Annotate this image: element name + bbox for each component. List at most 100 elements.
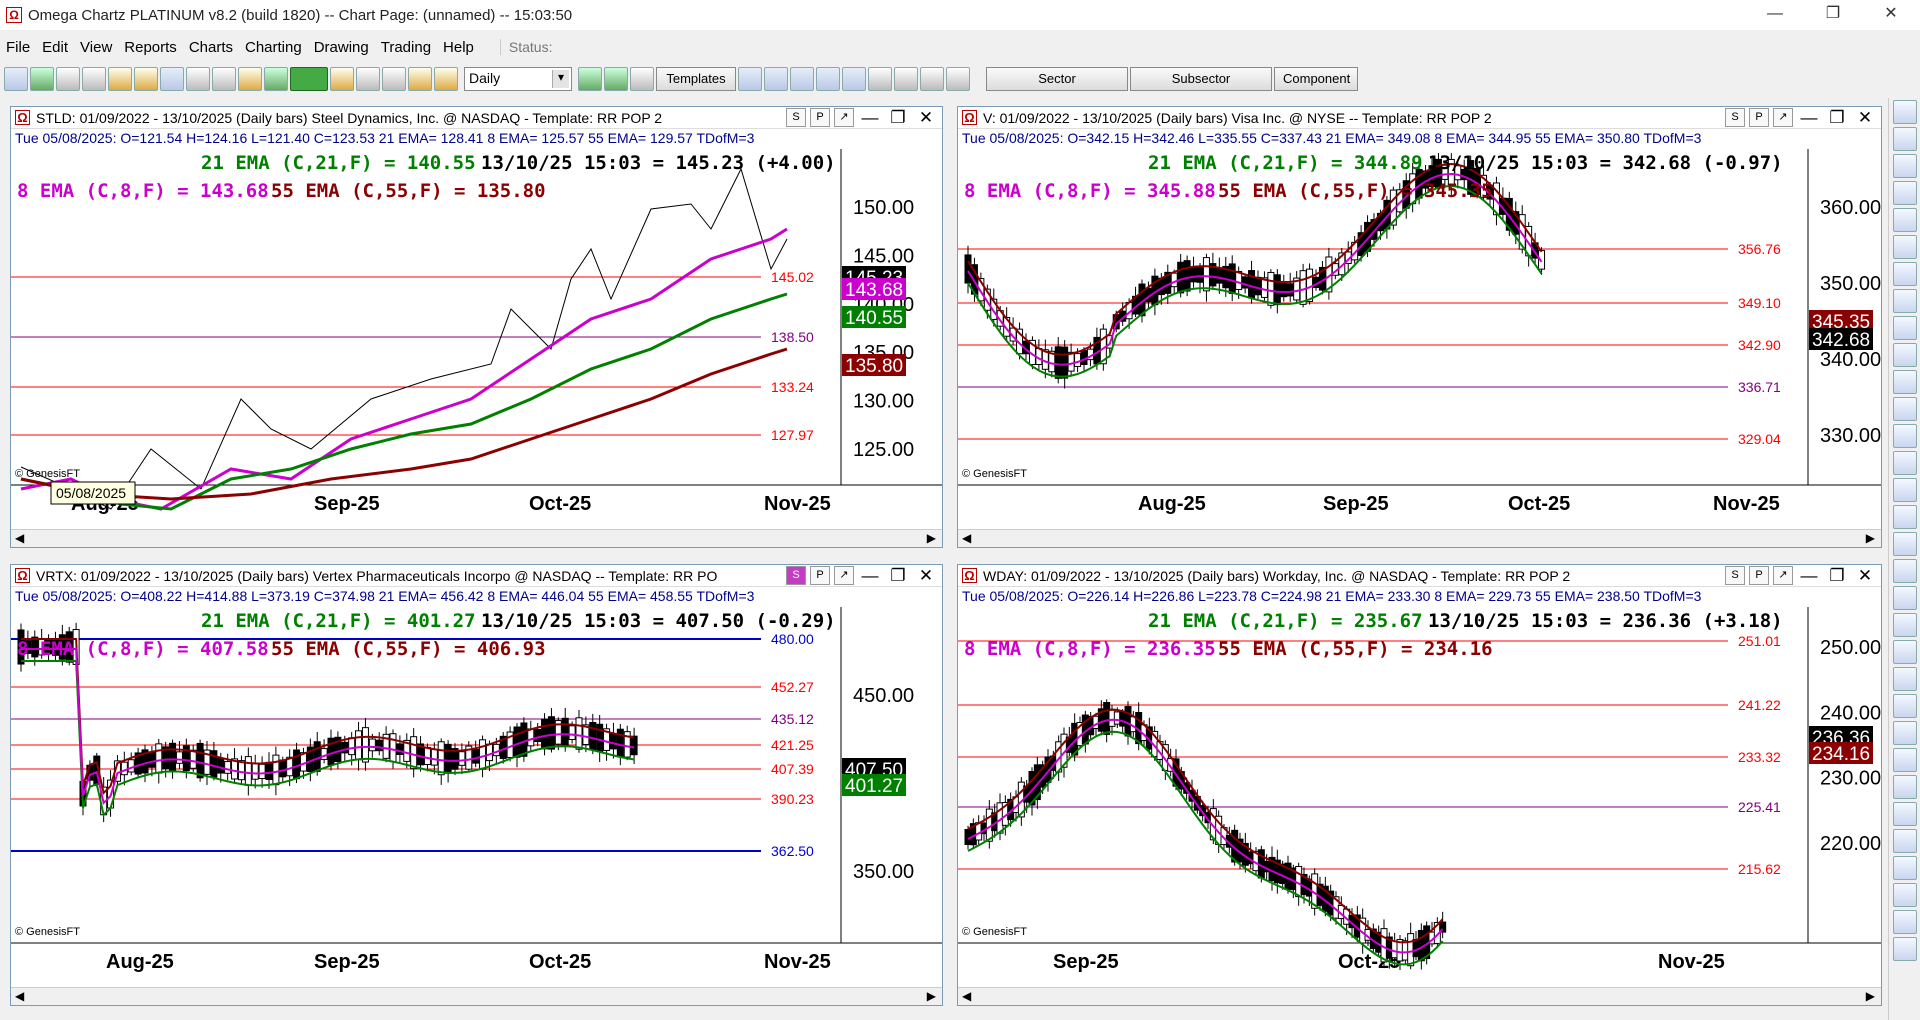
andrews-icon[interactable] (1893, 721, 1917, 745)
pane-maximize-button[interactable]: ❐ (886, 566, 910, 585)
horizontal-scrollbar[interactable]: ◀ ▶ (11, 529, 942, 547)
s-button[interactable]: S (1725, 108, 1745, 127)
tile-horizontal-icon[interactable] (790, 67, 814, 91)
popout-icon[interactable]: ↗ (1773, 108, 1793, 127)
tile-icon[interactable] (764, 67, 788, 91)
zoom-out-icon[interactable] (1893, 154, 1917, 178)
pane-maximize-button[interactable]: ❐ (886, 108, 910, 127)
bar-chart-icon[interactable] (578, 67, 602, 91)
subsector-button[interactable]: Subsector (1130, 67, 1272, 91)
pane-minimize-button[interactable]: — (1797, 108, 1821, 127)
pane-minimize-button[interactable]: — (858, 108, 882, 127)
p-button[interactable]: P (1749, 108, 1769, 127)
menu-edit[interactable]: Edit (36, 39, 74, 56)
horizontal-scrollbar[interactable]: ◀ ▶ (958, 529, 1881, 547)
price-chart[interactable]: 480.00 452.27 435.12 421.25 407.39 390.23 362.… (11, 607, 943, 985)
close-button[interactable]: ✕ (1862, 0, 1920, 30)
pane-maximize-button[interactable]: ❐ (1825, 566, 1849, 585)
flag-icon[interactable] (1893, 559, 1917, 583)
print-icon[interactable] (82, 67, 106, 91)
paint-icon[interactable] (108, 67, 132, 91)
horizontal-scrollbar[interactable]: ◀ ▶ (958, 987, 1881, 1005)
globe-icon[interactable] (382, 67, 406, 91)
menu-drawing[interactable]: Drawing (308, 39, 375, 56)
scroll-right-icon[interactable]: ▶ (927, 531, 936, 545)
pane-minimize-button[interactable]: — (858, 566, 882, 585)
arrow-icon[interactable] (1893, 343, 1917, 367)
gann-icon[interactable] (1893, 640, 1917, 664)
pointer-icon[interactable] (868, 67, 892, 91)
circle-icon[interactable] (1893, 505, 1917, 529)
hline-icon[interactable] (1893, 316, 1917, 340)
vertical-line-icon[interactable] (920, 67, 944, 91)
scroll-left-icon[interactable]: ◀ (15, 989, 24, 1003)
chart-pane-v[interactable]: Ω V: 01/09/2022 - 13/10/2025 (Daily bars)… (957, 106, 1882, 548)
trendline-icon[interactable] (1893, 235, 1917, 259)
menu-reports[interactable]: Reports (118, 39, 183, 56)
minimize-button[interactable]: — (1746, 0, 1804, 30)
chart-pane-wday[interactable]: Ω WDAY: 01/09/2022 - 13/10/2025 (Daily ba… (957, 564, 1882, 1006)
pane-maximize-button[interactable]: ❐ (1825, 108, 1849, 127)
zoom-in-icon[interactable] (1893, 127, 1917, 151)
erase-icon[interactable] (1893, 802, 1917, 826)
scroll-left-icon[interactable]: ◀ (962, 989, 971, 1003)
sector-button[interactable]: Sector (986, 67, 1128, 91)
s-button[interactable]: S (786, 566, 806, 585)
wave-icon[interactable] (1893, 613, 1917, 637)
grid-icon[interactable] (1893, 532, 1917, 556)
gear-icon[interactable] (1893, 937, 1917, 961)
chart-pane-stld[interactable]: Ω STLD: 01/09/2022 - 13/10/2025 (Daily ba… (10, 106, 943, 548)
menu-view[interactable]: View (74, 39, 118, 56)
clock-icon[interactable] (356, 67, 380, 91)
scroll-left-icon[interactable]: ◀ (962, 531, 971, 545)
key-icon[interactable] (134, 67, 158, 91)
ruler-icon[interactable] (238, 67, 262, 91)
popout-icon[interactable]: ↗ (834, 566, 854, 585)
settings-icon[interactable] (212, 67, 236, 91)
list-icon[interactable] (160, 67, 184, 91)
popout-icon[interactable]: ↗ (1773, 566, 1793, 585)
scroll-right-icon[interactable]: ▶ (1866, 989, 1875, 1003)
s-button[interactable]: S (786, 108, 806, 127)
templates-button[interactable]: Templates (656, 67, 736, 91)
regression-icon[interactable] (1893, 694, 1917, 718)
horizontal-line-icon[interactable] (946, 67, 970, 91)
popout-icon[interactable]: ↗ (834, 108, 854, 127)
brace-icon[interactable] (1893, 478, 1917, 502)
scroll-right-icon[interactable]: ▶ (927, 989, 936, 1003)
cross-icon[interactable] (894, 67, 918, 91)
menu-charting[interactable]: Charting (239, 39, 308, 56)
chart-pane-vrtx[interactable]: Ω VRTX: 01/09/2022 - 13/10/2025 (Daily ba… (10, 564, 943, 1006)
text-icon[interactable] (1893, 397, 1917, 421)
scroll-right-icon[interactable]: ▶ (1866, 531, 1875, 545)
menu-charts[interactable]: Charts (183, 39, 239, 56)
lightning-icon[interactable] (330, 67, 354, 91)
traffic-light-icon[interactable] (30, 67, 54, 91)
line-icon[interactable] (1893, 208, 1917, 232)
alert-icon[interactable] (290, 67, 328, 91)
rect-icon[interactable] (1893, 424, 1917, 448)
tools-icon[interactable] (56, 67, 80, 91)
ray-icon[interactable] (1893, 370, 1917, 394)
restore-button[interactable]: ❐ (1804, 0, 1862, 30)
component-button[interactable]: Component (1274, 67, 1358, 91)
menu-help[interactable]: Help (437, 39, 480, 56)
p-button[interactable]: P (810, 566, 830, 585)
pitchfork-icon[interactable] (1893, 586, 1917, 610)
cycle-icon[interactable] (1893, 667, 1917, 691)
crosshair-icon[interactable] (1893, 100, 1917, 124)
price-chart[interactable]: 251.01 241.22 233.32 225.41 215.62 250.00 240.… (958, 607, 1882, 985)
link-icon[interactable] (264, 67, 288, 91)
pane-close-button[interactable]: ✕ (914, 108, 938, 127)
menu-trading[interactable]: Trading (375, 39, 437, 56)
price-chart[interactable]: 145.02 138.50 133.24 127.97 150.00 145.00 140.… (11, 149, 943, 527)
p-button[interactable]: P (1749, 566, 1769, 585)
menu-file[interactable]: File (0, 39, 36, 56)
pane-minimize-button[interactable]: — (1797, 566, 1821, 585)
lock-icon[interactable] (1893, 829, 1917, 853)
ellipse-icon[interactable] (1893, 451, 1917, 475)
period-select[interactable]: Daily (464, 67, 572, 91)
horizontal-scrollbar[interactable]: ◀ ▶ (11, 987, 942, 1005)
screenshot-icon[interactable] (1893, 181, 1917, 205)
speed-icon[interactable] (1893, 748, 1917, 772)
